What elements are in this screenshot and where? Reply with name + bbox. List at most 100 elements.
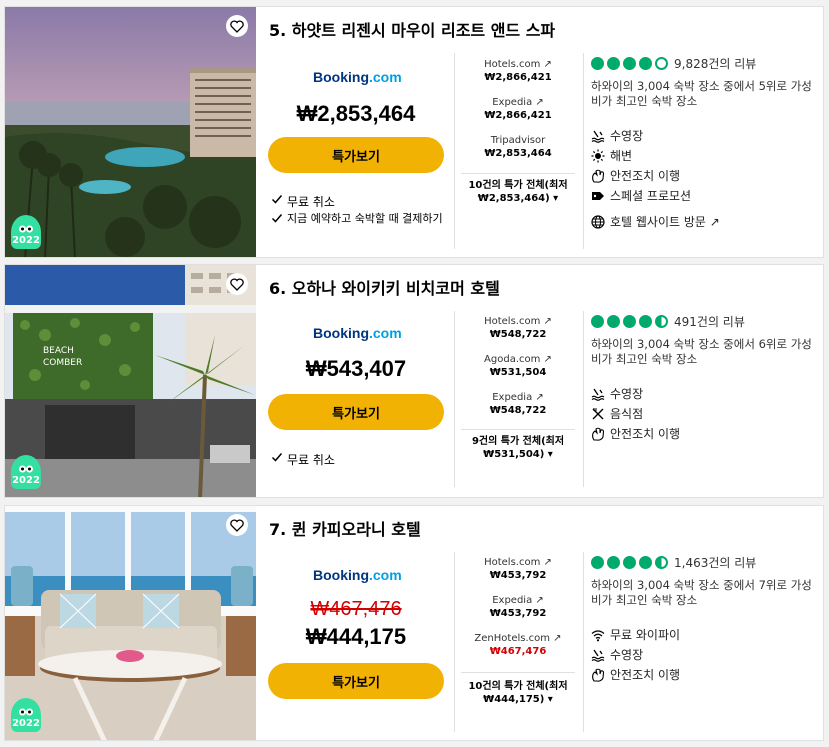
review-count[interactable]: 1,463건의 리뷰 bbox=[674, 554, 756, 571]
rating-bubble bbox=[639, 315, 652, 328]
amenity: 해변 bbox=[591, 147, 632, 164]
hotel-title[interactable]: 6. 오하나 와이키키 비치코머 호텔 bbox=[269, 275, 500, 299]
rating-row[interactable]: 9,828건의 리뷰 bbox=[591, 55, 756, 72]
hotel-photo[interactable]: BEACH COMBER 2022 bbox=[5, 265, 256, 497]
owl-icon bbox=[19, 225, 33, 233]
provider-offer[interactable]: Hotels.com ↗ ₩2,866,421 bbox=[458, 59, 578, 83]
rating-bubble bbox=[607, 315, 620, 328]
amenity-label: 음식점 bbox=[610, 407, 644, 421]
divider bbox=[461, 429, 575, 430]
provider-name: Expedia ↗ bbox=[492, 392, 544, 403]
divider bbox=[454, 311, 455, 487]
provider-price: ₩467,476 bbox=[489, 646, 547, 657]
provider-offer[interactable]: Agoda.com ↗ ₩531,504 bbox=[458, 354, 578, 378]
pool-icon bbox=[591, 388, 605, 401]
amenity: 안전조치 이행 bbox=[591, 167, 680, 184]
perk-label: 지금 예약하고 숙박할 때 결제하기 bbox=[287, 212, 443, 225]
provider-offer[interactable]: Tripadvisor ₩2,853,464 bbox=[458, 135, 578, 159]
divider bbox=[461, 173, 575, 174]
divider bbox=[454, 552, 455, 732]
hotel-title[interactable]: 5. 하얏트 리젠시 마우이 리조트 앤드 스파 bbox=[269, 17, 555, 41]
provider-offer[interactable]: Hotels.com ↗ ₩453,792 bbox=[458, 557, 578, 581]
hotel-photo[interactable]: 2022 bbox=[5, 506, 256, 740]
provider-name: Expedia ↗ bbox=[492, 595, 544, 606]
rating-bubble bbox=[591, 556, 604, 569]
provider-offer[interactable]: ZenHotels.com ↗ ₩467,476 bbox=[458, 633, 578, 657]
amenity: 수영장 bbox=[591, 385, 643, 402]
hotel-card[interactable]: 2022 7. 퀸 카피오라니 호텔 Booking.com ₩467,476 … bbox=[4, 505, 824, 741]
travelers-choice-badge: 2022 bbox=[11, 698, 41, 732]
rating-bubble bbox=[607, 556, 620, 569]
divider bbox=[583, 552, 584, 732]
amenity: 안전조치 이행 bbox=[591, 425, 680, 442]
pool-icon bbox=[591, 130, 605, 143]
provider-name: ZenHotels.com ↗ bbox=[474, 633, 562, 644]
travelers-choice-badge: 2022 bbox=[11, 455, 41, 489]
hotel-title[interactable]: 7. 퀸 카피오라니 호텔 bbox=[269, 516, 421, 540]
check-icon bbox=[271, 453, 283, 462]
sign-text: BEACH bbox=[43, 346, 74, 356]
wifi-icon bbox=[591, 629, 605, 641]
hotel-card[interactable]: 2022 5. 하얏트 리젠시 마우이 리조트 앤드 스파 Booking.co… bbox=[4, 6, 824, 258]
review-count[interactable]: 491건의 리뷰 bbox=[674, 313, 745, 330]
rating-bubble bbox=[623, 57, 636, 70]
all-deals-link[interactable]: 9건의 특가 전체(최저 ₩531,504) ▾ bbox=[458, 435, 578, 461]
travelers-choice-badge: 2022 bbox=[11, 215, 41, 249]
provider-offer[interactable]: Expedia ↗ ₩2,866,421 bbox=[458, 97, 578, 121]
view-deal-button[interactable]: 특가보기 bbox=[268, 663, 444, 699]
perk-free-cancel: 무료 취소 bbox=[271, 193, 335, 210]
view-deal-button[interactable]: 특가보기 bbox=[268, 137, 444, 173]
rating-bubble bbox=[623, 315, 636, 328]
hotel-website-link[interactable]: 호텔 웹사이트 방문 ↗ bbox=[591, 213, 720, 230]
hotel-photo[interactable]: 2022 bbox=[5, 7, 256, 257]
provider-price: ₩453,792 bbox=[489, 570, 547, 581]
save-heart-button[interactable] bbox=[226, 514, 248, 536]
all-deals-link[interactable]: 10건의 특가 전체(최저 ₩2,853,464) ▾ bbox=[458, 179, 578, 205]
amenity: 수영장 bbox=[591, 646, 643, 663]
tag-icon bbox=[592, 191, 604, 200]
booking-logo: Booking.com bbox=[313, 325, 402, 341]
rating-bubble bbox=[623, 556, 636, 569]
owl-icon bbox=[19, 465, 33, 473]
provider-price: ₩2,866,421 bbox=[484, 72, 552, 83]
amenity-label: 수영장 bbox=[610, 648, 644, 662]
provider-name: Expedia ↗ bbox=[492, 97, 544, 108]
booking-logo: Booking.com bbox=[313, 567, 402, 583]
provider-offer[interactable]: Expedia ↗ ₩453,792 bbox=[458, 595, 578, 619]
save-heart-button[interactable] bbox=[226, 273, 248, 295]
beach-icon bbox=[591, 149, 605, 162]
hotel-card[interactable]: BEACH COMBER 2022 6. 오하나 와이키키 비치코머 호텔 Bo… bbox=[4, 264, 824, 498]
booking-logo-text: Booking bbox=[313, 567, 369, 583]
check-icon bbox=[271, 195, 283, 204]
provider-offer[interactable]: Hotels.com ↗ ₩548,722 bbox=[458, 316, 578, 340]
perk-label: 무료 취소 bbox=[287, 453, 335, 467]
badge-year: 2022 bbox=[12, 475, 40, 486]
safety-icon bbox=[592, 427, 605, 441]
restaurant-icon bbox=[592, 407, 604, 419]
rank-text: 하와이의 3,004 숙박 장소 중에서 7위로 가성비가 최고인 숙박 장소 bbox=[591, 578, 812, 607]
badge-year: 2022 bbox=[12, 235, 40, 246]
perk-label: 무료 취소 bbox=[287, 195, 335, 209]
provider-offer[interactable]: Expedia ↗ ₩548,722 bbox=[458, 392, 578, 416]
amenity: 음식점 bbox=[591, 405, 643, 422]
pool-icon bbox=[591, 649, 605, 662]
amenity-label: 스페셜 프로모션 bbox=[610, 189, 692, 203]
rating-row[interactable]: 491건의 리뷰 bbox=[591, 313, 745, 330]
original-price: ₩467,476 bbox=[310, 598, 402, 620]
provider-name: Hotels.com ↗ bbox=[484, 316, 552, 327]
save-heart-button[interactable] bbox=[226, 15, 248, 37]
rating-row[interactable]: 1,463건의 리뷰 bbox=[591, 554, 756, 571]
main-price: ₩444,175 bbox=[305, 624, 407, 649]
view-deal-button[interactable]: 특가보기 bbox=[268, 394, 444, 430]
main-price: ₩2,853,464 bbox=[296, 101, 416, 126]
review-count[interactable]: 9,828건의 리뷰 bbox=[674, 55, 756, 72]
all-deals-link[interactable]: 10건의 특가 전체(최저 ₩444,175) ▾ bbox=[458, 680, 578, 706]
divider bbox=[583, 53, 584, 249]
rank-text: 하와이의 3,004 숙박 장소 중에서 5위로 가성비가 최고인 숙박 장소 bbox=[591, 79, 812, 108]
booking-logo-text: Booking bbox=[313, 69, 369, 85]
all-deals-lowest: ₩531,504) ▾ bbox=[483, 449, 553, 460]
owl-icon bbox=[19, 708, 33, 716]
divider bbox=[461, 672, 575, 673]
amenity-label: 안전조치 이행 bbox=[610, 169, 681, 183]
amenity-label: 무료 와이파이 bbox=[610, 628, 681, 642]
